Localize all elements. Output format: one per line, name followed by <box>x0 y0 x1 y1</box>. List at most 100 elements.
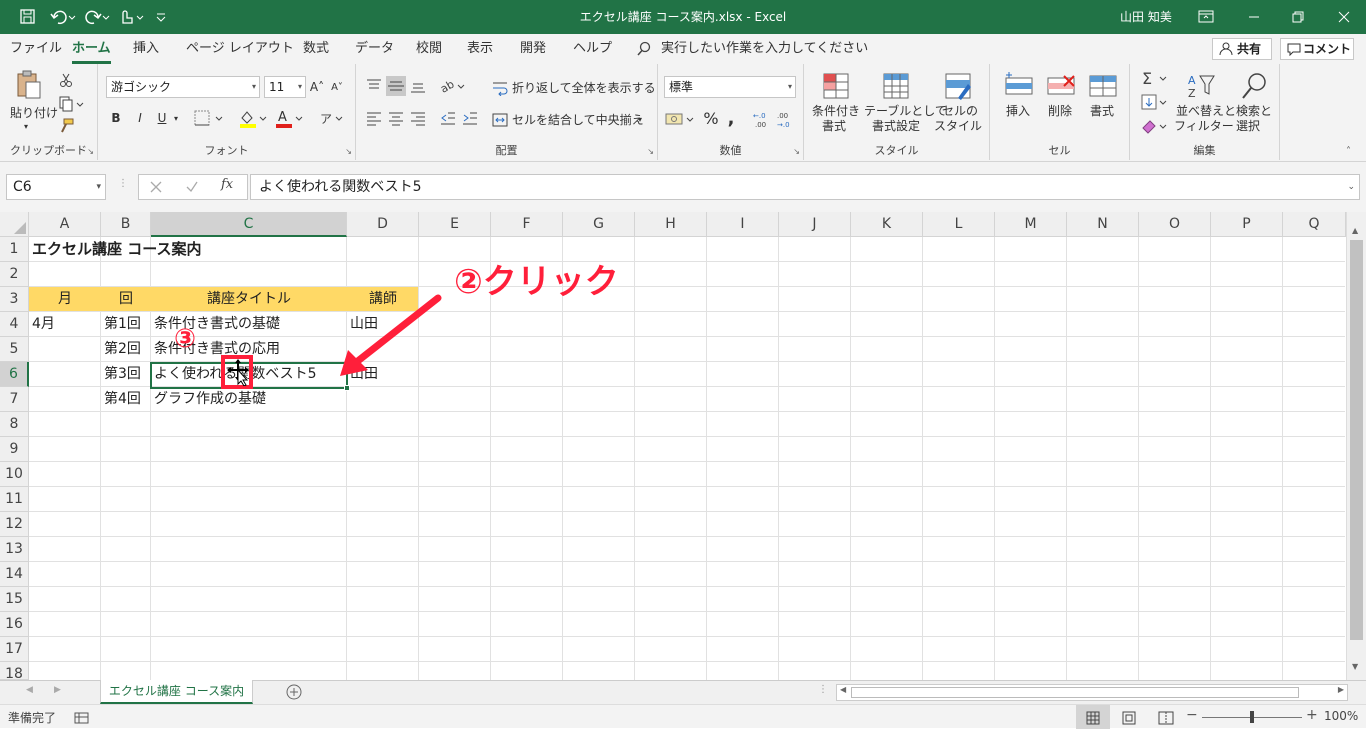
row-header-14[interactable]: 14 <box>0 562 29 587</box>
format-painter-icon[interactable] <box>58 118 74 134</box>
cell-c3[interactable]: 講座タイトル <box>151 287 347 312</box>
row-header-15[interactable]: 15 <box>0 587 29 612</box>
tab-help[interactable]: ヘルプ <box>573 34 612 64</box>
tab-split-icon[interactable]: ⋮ <box>818 684 828 695</box>
tab-file[interactable]: ファイル <box>10 34 62 64</box>
currency-icon[interactable] <box>664 110 698 128</box>
format-as-table-button[interactable]: テーブルとして 書式設定 <box>862 72 947 138</box>
cell-b5[interactable]: 第2回 <box>101 337 151 362</box>
cell-b6[interactable]: 第3回 <box>101 362 151 387</box>
horizontal-scrollbar[interactable]: ◀ ▶ <box>836 684 1348 701</box>
copy-icon[interactable] <box>58 96 86 112</box>
insert-cells-button[interactable]: 挿入 <box>998 72 1038 138</box>
vertical-scrollbar[interactable]: ▲ ▼ <box>1346 212 1366 680</box>
row-header-8[interactable]: 8 <box>0 412 29 437</box>
prev-sheet-icon[interactable]: ◀ <box>26 685 33 695</box>
scroll-right-icon[interactable]: ▶ <box>1338 685 1344 694</box>
column-header-g[interactable]: G <box>563 212 635 237</box>
tab-insert[interactable]: 挿入 <box>133 34 159 64</box>
wrap-text-button[interactable]: 折り返して全体を表示する <box>492 78 656 98</box>
dialog-launcher-icon[interactable]: ↘ <box>345 147 352 156</box>
normal-view-button[interactable] <box>1076 705 1110 729</box>
column-header-d[interactable]: D <box>347 212 419 237</box>
page-break-view-icon[interactable] <box>1158 710 1174 725</box>
dialog-launcher-icon[interactable]: ↘ <box>647 147 654 156</box>
comments-button[interactable]: コメント <box>1280 38 1354 60</box>
column-header-e[interactable]: E <box>419 212 491 237</box>
scroll-left-icon[interactable]: ◀ <box>840 685 846 694</box>
row-header-16[interactable]: 16 <box>0 612 29 637</box>
row-header-3[interactable]: 3 <box>0 287 29 312</box>
expand-formula-icon[interactable]: ⌄ <box>1347 175 1355 199</box>
share-button[interactable]: 共有 <box>1212 38 1272 60</box>
zoom-level[interactable]: 100% <box>1324 709 1358 723</box>
zoom-slider-thumb[interactable] <box>1250 711 1254 723</box>
collapse-ribbon-icon[interactable]: ˄ <box>1346 146 1351 157</box>
clear-icon[interactable] <box>1140 116 1172 136</box>
cell-a3[interactable]: 月 <box>29 287 101 312</box>
format-cells-button[interactable]: 書式 <box>1082 72 1122 138</box>
fill-color-icon[interactable] <box>238 108 272 128</box>
decrease-indent-icon[interactable] <box>440 110 456 126</box>
column-header-i[interactable]: I <box>707 212 779 237</box>
tab-page-layout[interactable]: ページ レイアウト <box>186 34 294 64</box>
find-select-button[interactable]: 検索と 選択 <box>1232 72 1278 138</box>
new-sheet-icon[interactable] <box>286 684 302 700</box>
autosum-icon[interactable]: Σ <box>1140 68 1172 88</box>
sheet-tab-active[interactable]: エクセル講座 コース案内 <box>100 680 253 704</box>
row-header-9[interactable]: 9 <box>0 437 29 462</box>
ribbon-display-icon[interactable] <box>1198 9 1214 25</box>
tab-data[interactable]: データ <box>355 34 394 64</box>
row-header-7[interactable]: 7 <box>0 387 29 412</box>
enter-icon[interactable] <box>185 179 199 195</box>
align-top-icon[interactable] <box>366 78 382 94</box>
column-header-k[interactable]: K <box>851 212 923 237</box>
border-icon[interactable] <box>194 110 228 126</box>
cell-styles-button[interactable]: セルの スタイル <box>932 72 986 138</box>
column-header-q[interactable]: Q <box>1283 212 1346 237</box>
fill-icon[interactable] <box>1140 92 1172 112</box>
zoom-in-icon[interactable]: + <box>1306 707 1318 723</box>
merge-center-button[interactable]: セルを結合して中央揃え ▾ <box>492 110 652 130</box>
row-header-5[interactable]: 5 <box>0 337 29 362</box>
tab-formulas[interactable]: 数式 <box>303 34 329 64</box>
font-color-icon[interactable]: A <box>274 108 308 128</box>
cut-icon[interactable] <box>58 72 74 88</box>
cancel-icon[interactable] <box>149 179 163 195</box>
row-header-1[interactable]: 1 <box>0 237 29 262</box>
paste-button[interactable]: 貼り付け ▾ <box>6 70 58 136</box>
font-size-select[interactable]: 11 ▾ <box>264 76 306 98</box>
column-header-n[interactable]: N <box>1067 212 1139 237</box>
phonetic-icon[interactable]: ア <box>318 108 348 128</box>
select-all-button[interactable] <box>0 212 29 237</box>
decrease-decimal-icon[interactable]: .00 →.0 <box>776 110 798 129</box>
tab-review[interactable]: 校閲 <box>416 34 442 64</box>
sort-filter-button[interactable]: AZ 並べ替えと フィルター <box>1174 72 1236 138</box>
hscroll-thumb[interactable] <box>851 687 1299 698</box>
row-header-4[interactable]: 4 <box>0 312 29 337</box>
column-header-b[interactable]: B <box>101 212 151 237</box>
dialog-launcher-icon[interactable]: ↘ <box>87 147 94 156</box>
increase-decimal-icon[interactable]: ←.0.00 <box>752 110 774 129</box>
font-name-select[interactable]: 游ゴシック ▾ <box>106 76 260 98</box>
column-header-o[interactable]: O <box>1139 212 1211 237</box>
column-header-c[interactable]: C <box>151 212 347 237</box>
column-header-m[interactable]: M <box>995 212 1067 237</box>
scroll-thumb[interactable] <box>1350 240 1363 640</box>
column-header-h[interactable]: H <box>635 212 707 237</box>
tab-home[interactable]: ホーム <box>72 34 111 64</box>
next-sheet-icon[interactable]: ▶ <box>54 685 61 695</box>
scroll-down-icon[interactable]: ▼ <box>1352 662 1358 671</box>
align-left-icon[interactable] <box>366 110 382 126</box>
dialog-launcher-icon[interactable]: ↘ <box>793 147 800 156</box>
scroll-up-icon[interactable]: ▲ <box>1352 226 1358 235</box>
row-header-11[interactable]: 11 <box>0 487 29 512</box>
grow-font-icon[interactable]: A˄ <box>308 78 326 96</box>
delete-cells-button[interactable]: 削除 <box>1040 72 1080 138</box>
row-header-2[interactable]: 2 <box>0 262 29 287</box>
page-layout-view-icon[interactable] <box>1122 710 1136 725</box>
formula-input[interactable]: よく使われる関数ベスト5 ⌄ <box>250 174 1360 200</box>
row-header-12[interactable]: 12 <box>0 512 29 537</box>
insert-function-icon[interactable]: fx <box>221 177 233 192</box>
column-header-a[interactable]: A <box>29 212 101 237</box>
